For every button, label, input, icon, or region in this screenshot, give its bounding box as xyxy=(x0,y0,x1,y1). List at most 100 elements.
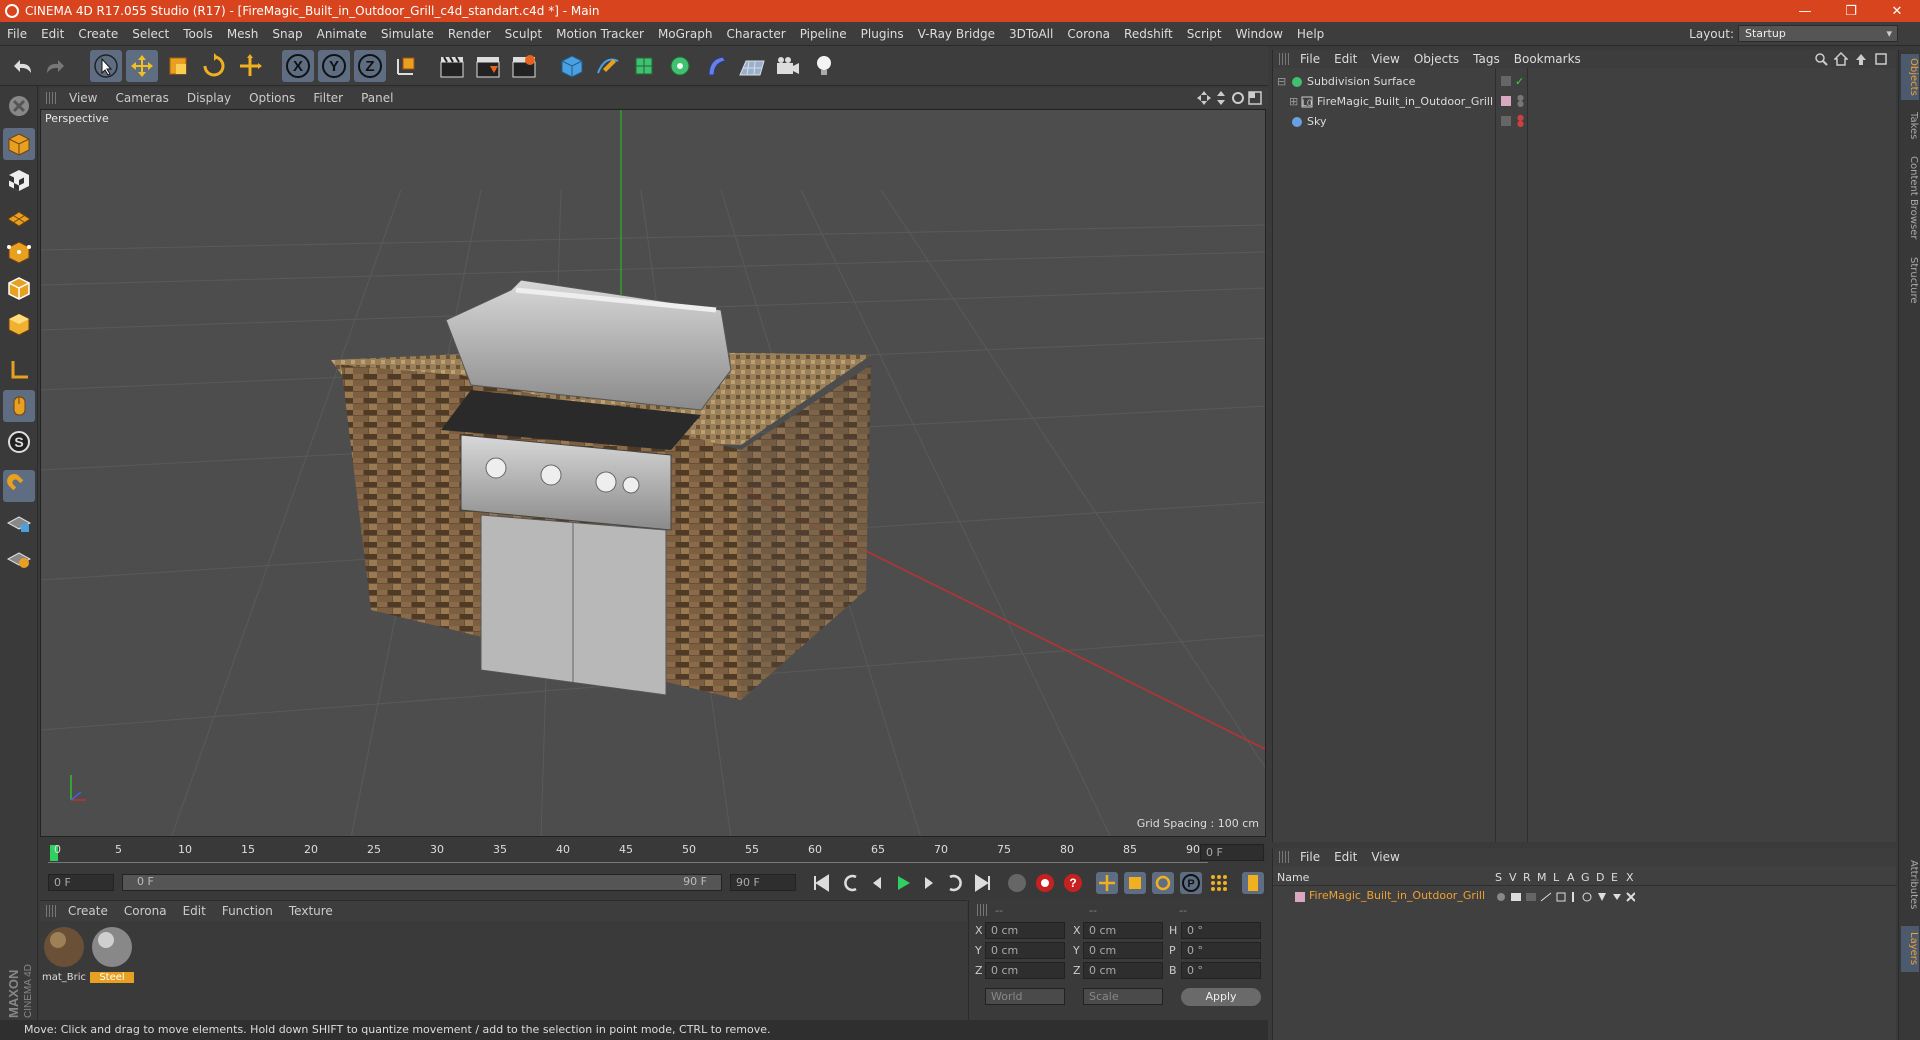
frame-range-slider[interactable]: 0 F 90 F xyxy=(122,874,722,891)
menu-window[interactable]: Window xyxy=(1229,22,1290,46)
menu-create[interactable]: Create xyxy=(71,22,125,46)
menu-character[interactable]: Character xyxy=(719,22,792,46)
previous-frame-icon[interactable] xyxy=(866,872,888,894)
position-z-field[interactable]: 0 cm xyxy=(985,962,1065,979)
add-mograph-button[interactable] xyxy=(664,50,696,82)
enabled-check-icon[interactable]: ✓ xyxy=(1515,72,1524,92)
layer-tag[interactable] xyxy=(1501,116,1511,126)
scale-mode-select[interactable]: Scale xyxy=(1083,988,1163,1005)
layout-select[interactable]: Startup xyxy=(1738,25,1898,42)
menu-simulate[interactable]: Simulate xyxy=(374,22,441,46)
key-rotation-icon[interactable] xyxy=(1152,872,1174,894)
outdoor-grill-model[interactable] xyxy=(331,279,871,700)
menu-mesh[interactable]: Mesh xyxy=(220,22,266,46)
size-z-field[interactable]: 0 cm xyxy=(1083,962,1163,979)
menu-help[interactable]: Help xyxy=(1290,22,1331,46)
size-x-field[interactable]: 0 cm xyxy=(1083,922,1163,939)
edges-mode-button[interactable] xyxy=(3,272,35,304)
viewport-pan-icon[interactable] xyxy=(1197,91,1211,105)
next-key-icon[interactable] xyxy=(944,872,966,894)
objects-menu-view[interactable]: View xyxy=(1364,52,1406,66)
x-axis-lock-button[interactable]: X xyxy=(282,50,314,82)
world-mode-select[interactable]: World xyxy=(985,988,1065,1005)
viewport-menu-view[interactable]: View xyxy=(60,91,106,105)
tab-attributes[interactable]: Attributes xyxy=(1901,850,1919,920)
start-frame-field[interactable]: 0 F xyxy=(48,874,114,891)
layers-menu-view[interactable]: View xyxy=(1364,850,1406,864)
apply-button[interactable]: Apply xyxy=(1181,988,1261,1006)
move-tool-button[interactable] xyxy=(126,50,158,82)
timeline-window-icon[interactable] xyxy=(1242,872,1264,894)
axis-mode-button[interactable] xyxy=(3,354,35,386)
model-mode-button[interactable] xyxy=(3,128,35,160)
menu-sculpt[interactable]: Sculpt xyxy=(498,22,549,46)
menu-redshift[interactable]: Redshift xyxy=(1117,22,1180,46)
add-camera-button[interactable] xyxy=(772,50,804,82)
objects-menu-bookmarks[interactable]: Bookmarks xyxy=(1507,52,1588,66)
transform-tool-button[interactable] xyxy=(234,50,266,82)
menu-tools[interactable]: Tools xyxy=(176,22,220,46)
add-floor-button[interactable] xyxy=(736,50,768,82)
redo-button[interactable] xyxy=(40,50,72,82)
layer-tag[interactable] xyxy=(1501,76,1511,86)
layer-color-swatch[interactable] xyxy=(1295,892,1305,902)
tweak-mode-button[interactable] xyxy=(3,390,35,422)
play-forward-icon[interactable] xyxy=(892,872,914,894)
add-spline-button[interactable] xyxy=(592,50,624,82)
new-view-icon[interactable] xyxy=(1874,52,1888,66)
material-panel-grip[interactable] xyxy=(46,905,56,917)
viewport-menu-panel[interactable]: Panel xyxy=(352,91,402,105)
key-scale-icon[interactable] xyxy=(1124,872,1146,894)
go-to-end-icon[interactable] xyxy=(972,872,994,894)
render-picture-viewer-button[interactable] xyxy=(472,50,504,82)
object-row-grill[interactable]: ⊞ L0 FireMagic_Built_in_Outdoor_Grill ● ● xyxy=(1273,92,1897,112)
live-selection-button[interactable] xyxy=(90,50,122,82)
record-keyframe-icon[interactable] xyxy=(1034,872,1056,894)
viewport-zoom-icon[interactable] xyxy=(1214,91,1228,105)
objects-menu-tags[interactable]: Tags xyxy=(1466,52,1507,66)
menu-vray-bridge[interactable]: V-Ray Bridge xyxy=(911,22,1002,46)
position-y-field[interactable]: 0 cm xyxy=(985,942,1065,959)
viewport-rotate-icon[interactable] xyxy=(1231,91,1245,105)
coords-panel-grip[interactable] xyxy=(977,904,987,916)
visibility-dots[interactable]: ● ● xyxy=(1517,94,1524,108)
tab-structure[interactable]: Structure xyxy=(1901,250,1919,310)
tab-objects[interactable]: Objects xyxy=(1901,54,1919,100)
menu-3dtoall[interactable]: 3DToAll xyxy=(1002,22,1060,46)
rotation-b-field[interactable]: 0 ° xyxy=(1181,962,1261,979)
material-menu-corona[interactable]: Corona xyxy=(116,904,175,918)
material-swatch-brick[interactable]: mat_Bric xyxy=(42,925,86,987)
menu-corona[interactable]: Corona xyxy=(1060,22,1117,46)
menu-edit[interactable]: Edit xyxy=(34,22,71,46)
material-menu-function[interactable]: Function xyxy=(214,904,281,918)
size-y-field[interactable]: 0 cm xyxy=(1083,942,1163,959)
menu-file[interactable]: File xyxy=(0,22,34,46)
objects-menu-objects[interactable]: Objects xyxy=(1407,52,1466,66)
panel-grip[interactable] xyxy=(46,92,56,104)
close-button[interactable]: ✕ xyxy=(1874,0,1920,22)
previous-key-icon[interactable] xyxy=(840,872,862,894)
key-parameter-icon[interactable]: P xyxy=(1180,872,1202,894)
key-pla-icon[interactable] xyxy=(1208,872,1230,894)
z-axis-lock-button[interactable]: Z xyxy=(354,50,386,82)
menu-render[interactable]: Render xyxy=(441,22,498,46)
home-icon[interactable] xyxy=(1834,52,1848,66)
rotation-p-field[interactable]: 0 ° xyxy=(1181,942,1261,959)
edit-render-settings-button[interactable] xyxy=(508,50,540,82)
restore-button[interactable]: ❐ xyxy=(1828,0,1874,22)
layer-panel-grip[interactable] xyxy=(1279,851,1289,863)
layer-toggle-icons[interactable] xyxy=(1495,891,1635,903)
material-menu-edit[interactable]: Edit xyxy=(175,904,214,918)
workplane-lock-button[interactable] xyxy=(3,542,35,574)
timeline-ruler[interactable]: 0 5 10 15 20 25 30 35 40 45 50 55 60 65 … xyxy=(40,841,1268,865)
add-cube-button[interactable] xyxy=(556,50,588,82)
layer-row-grill[interactable]: FireMagic_Built_in_Outdoor_Grill xyxy=(1273,888,1897,906)
menu-mograph[interactable]: MoGraph xyxy=(651,22,720,46)
scale-tool-button[interactable] xyxy=(162,50,194,82)
tab-content-browser[interactable]: Content Browser xyxy=(1901,150,1919,246)
search-icon[interactable] xyxy=(1814,52,1828,66)
viewport-menu-options[interactable]: Options xyxy=(240,91,304,105)
objects-menu-file[interactable]: File xyxy=(1293,52,1327,66)
next-frame-icon[interactable] xyxy=(918,872,940,894)
autokey-icon[interactable]: ? xyxy=(1062,872,1084,894)
